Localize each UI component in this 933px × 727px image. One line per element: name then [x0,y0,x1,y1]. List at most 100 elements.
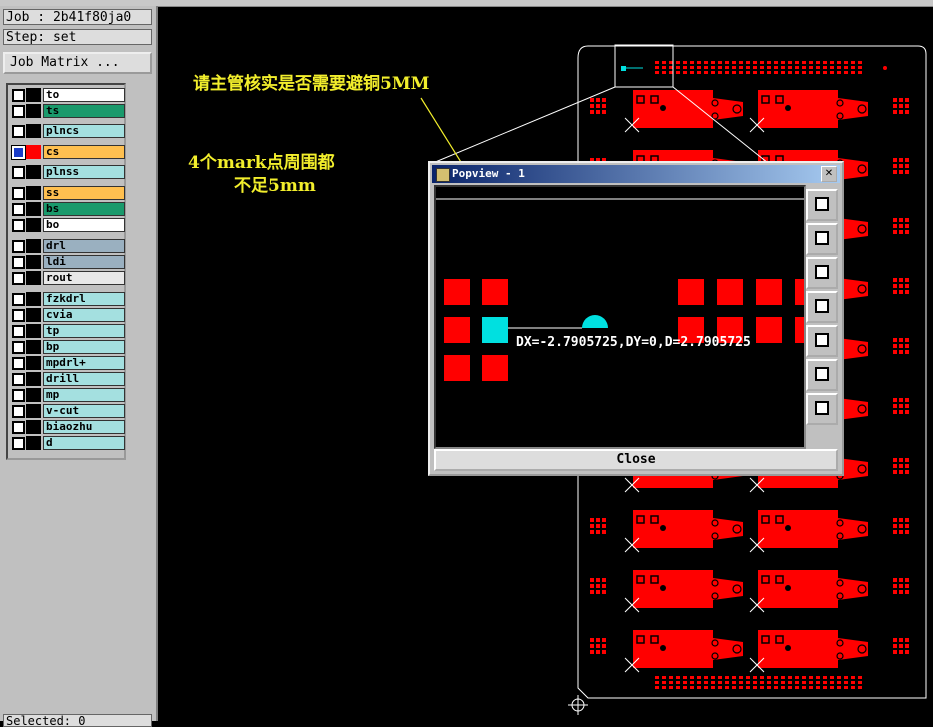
layer-checkbox[interactable] [12,256,25,269]
close-button[interactable]: Close [434,449,838,471]
layer-row-d[interactable]: d [10,436,125,450]
layer-name[interactable]: d [43,436,125,450]
layer-name[interactable]: mpdrl+ [43,356,125,370]
layer-checkbox[interactable] [12,373,25,386]
popview-zoom-view[interactable] [436,187,804,447]
layer-name[interactable]: cs [43,145,125,159]
layer-color-swatch[interactable] [26,145,41,159]
layer-color-swatch[interactable] [26,436,41,450]
layer-color-swatch[interactable] [26,104,41,118]
layer-color-swatch[interactable] [26,308,41,322]
layer-checkbox[interactable] [12,166,25,179]
layer-name[interactable]: ss [43,186,125,200]
layer-row-drl[interactable]: drl [10,239,125,253]
layer-name[interactable]: tp [43,324,125,338]
pan-down-button[interactable] [806,257,838,289]
layer-checkbox[interactable] [12,309,25,322]
layer-row-mp[interactable]: mp [10,388,125,402]
layer-row-bo[interactable]: bo [10,218,125,232]
layer-name[interactable]: ts [43,104,125,118]
layer-color-swatch[interactable] [26,255,41,269]
layer-checkbox[interactable] [12,341,25,354]
layer-color-swatch[interactable] [26,124,41,138]
pad [816,71,820,74]
layer-color-swatch[interactable] [26,388,41,402]
close-icon[interactable]: ✕ [821,166,837,182]
layer-row-plnss[interactable]: plnss [10,165,125,179]
popview-canvas[interactable]: DX=-2.7905725,DY=0,D=2.7905725 [434,185,806,449]
layer-checkbox[interactable] [12,203,25,216]
layer-row-drill[interactable]: drill [10,372,125,386]
popview-window[interactable]: Popview - 1 ✕ DX=-2.7905725,DY=0,D=2.790… [428,161,844,476]
layer-checkbox[interactable] [12,389,25,402]
layer-name[interactable]: bs [43,202,125,216]
layer-row-rout[interactable]: rout [10,271,125,285]
layer-name[interactable]: bp [43,340,125,354]
layer-name[interactable]: rout [43,271,125,285]
layer-row-bp[interactable]: bp [10,340,125,354]
layer-checkbox[interactable] [12,89,25,102]
layer-color-swatch[interactable] [26,340,41,354]
layer-color-swatch[interactable] [26,165,41,179]
layer-color-swatch[interactable] [26,324,41,338]
layer-checkbox[interactable] [12,240,25,253]
layer-row-plncs[interactable]: plncs [10,124,125,138]
layer-name[interactable]: to [43,88,125,102]
layer-checkbox[interactable] [12,105,25,118]
layer-checkbox[interactable] [12,437,25,450]
pan-left-button[interactable] [806,291,838,323]
layer-name[interactable]: cvia [43,308,125,322]
layer-row-cvia[interactable]: cvia [10,308,125,322]
layer-row-tp[interactable]: tp [10,324,125,338]
layer-row-v-cut[interactable]: v-cut [10,404,125,418]
layer-name[interactable]: plnss [43,165,125,179]
layer-row-bs[interactable]: bs [10,202,125,216]
layer-name[interactable]: fzkdrl [43,292,125,306]
layer-checkbox[interactable] [12,405,25,418]
layer-color-swatch[interactable] [26,239,41,253]
layer-name[interactable]: biaozhu [43,420,125,434]
layer-checkbox[interactable] [12,325,25,338]
layer-name[interactable]: drl [43,239,125,253]
layer-color-swatch[interactable] [26,420,41,434]
layer-color-swatch[interactable] [26,372,41,386]
layer-row-ts[interactable]: ts [10,104,125,118]
layer-name[interactable]: bo [43,218,125,232]
zoom-out-button[interactable] [806,393,838,425]
layer-checkbox[interactable] [12,125,25,138]
pad [596,98,600,102]
layer-row-cs[interactable]: cs [10,145,125,160]
layer-checkbox[interactable] [11,145,26,160]
pan-up-button[interactable] [806,223,838,255]
layer-row-biaozhu[interactable]: biaozhu [10,420,125,434]
layer-row-ldi[interactable]: ldi [10,255,125,269]
layer-row-to[interactable]: to [10,88,125,102]
popview-title-bar[interactable]: Popview - 1 ✕ [432,165,840,183]
layer-checkbox[interactable] [12,272,25,285]
layer-row-fzkdrl[interactable]: fzkdrl [10,292,125,306]
layer-checkbox[interactable] [12,421,25,434]
layer-checkbox[interactable] [12,219,25,232]
layer-row-ss[interactable]: ss [10,186,125,200]
layer-checkbox[interactable] [12,187,25,200]
layer-color-swatch[interactable] [26,404,41,418]
layer-name[interactable]: ldi [43,255,125,269]
layer-name[interactable]: drill [43,372,125,386]
layer-color-swatch[interactable] [26,202,41,216]
layer-checkbox[interactable] [12,357,25,370]
layer-name[interactable]: v-cut [43,404,125,418]
layer-name[interactable]: plncs [43,124,125,138]
layer-row-mpdrl+[interactable]: mpdrl+ [10,356,125,370]
pan-right-button[interactable] [806,325,838,357]
zoom-in-button[interactable] [806,359,838,391]
layer-color-swatch[interactable] [26,271,41,285]
layer-color-swatch[interactable] [26,218,41,232]
layer-color-swatch[interactable] [26,292,41,306]
zoom-fit-button[interactable] [806,189,838,221]
layer-color-swatch[interactable] [26,186,41,200]
layer-name[interactable]: mp [43,388,125,402]
job-matrix-button[interactable]: Job Matrix ... [3,52,152,74]
layer-color-swatch[interactable] [26,88,41,102]
layer-checkbox[interactable] [12,293,25,306]
layer-color-swatch[interactable] [26,356,41,370]
